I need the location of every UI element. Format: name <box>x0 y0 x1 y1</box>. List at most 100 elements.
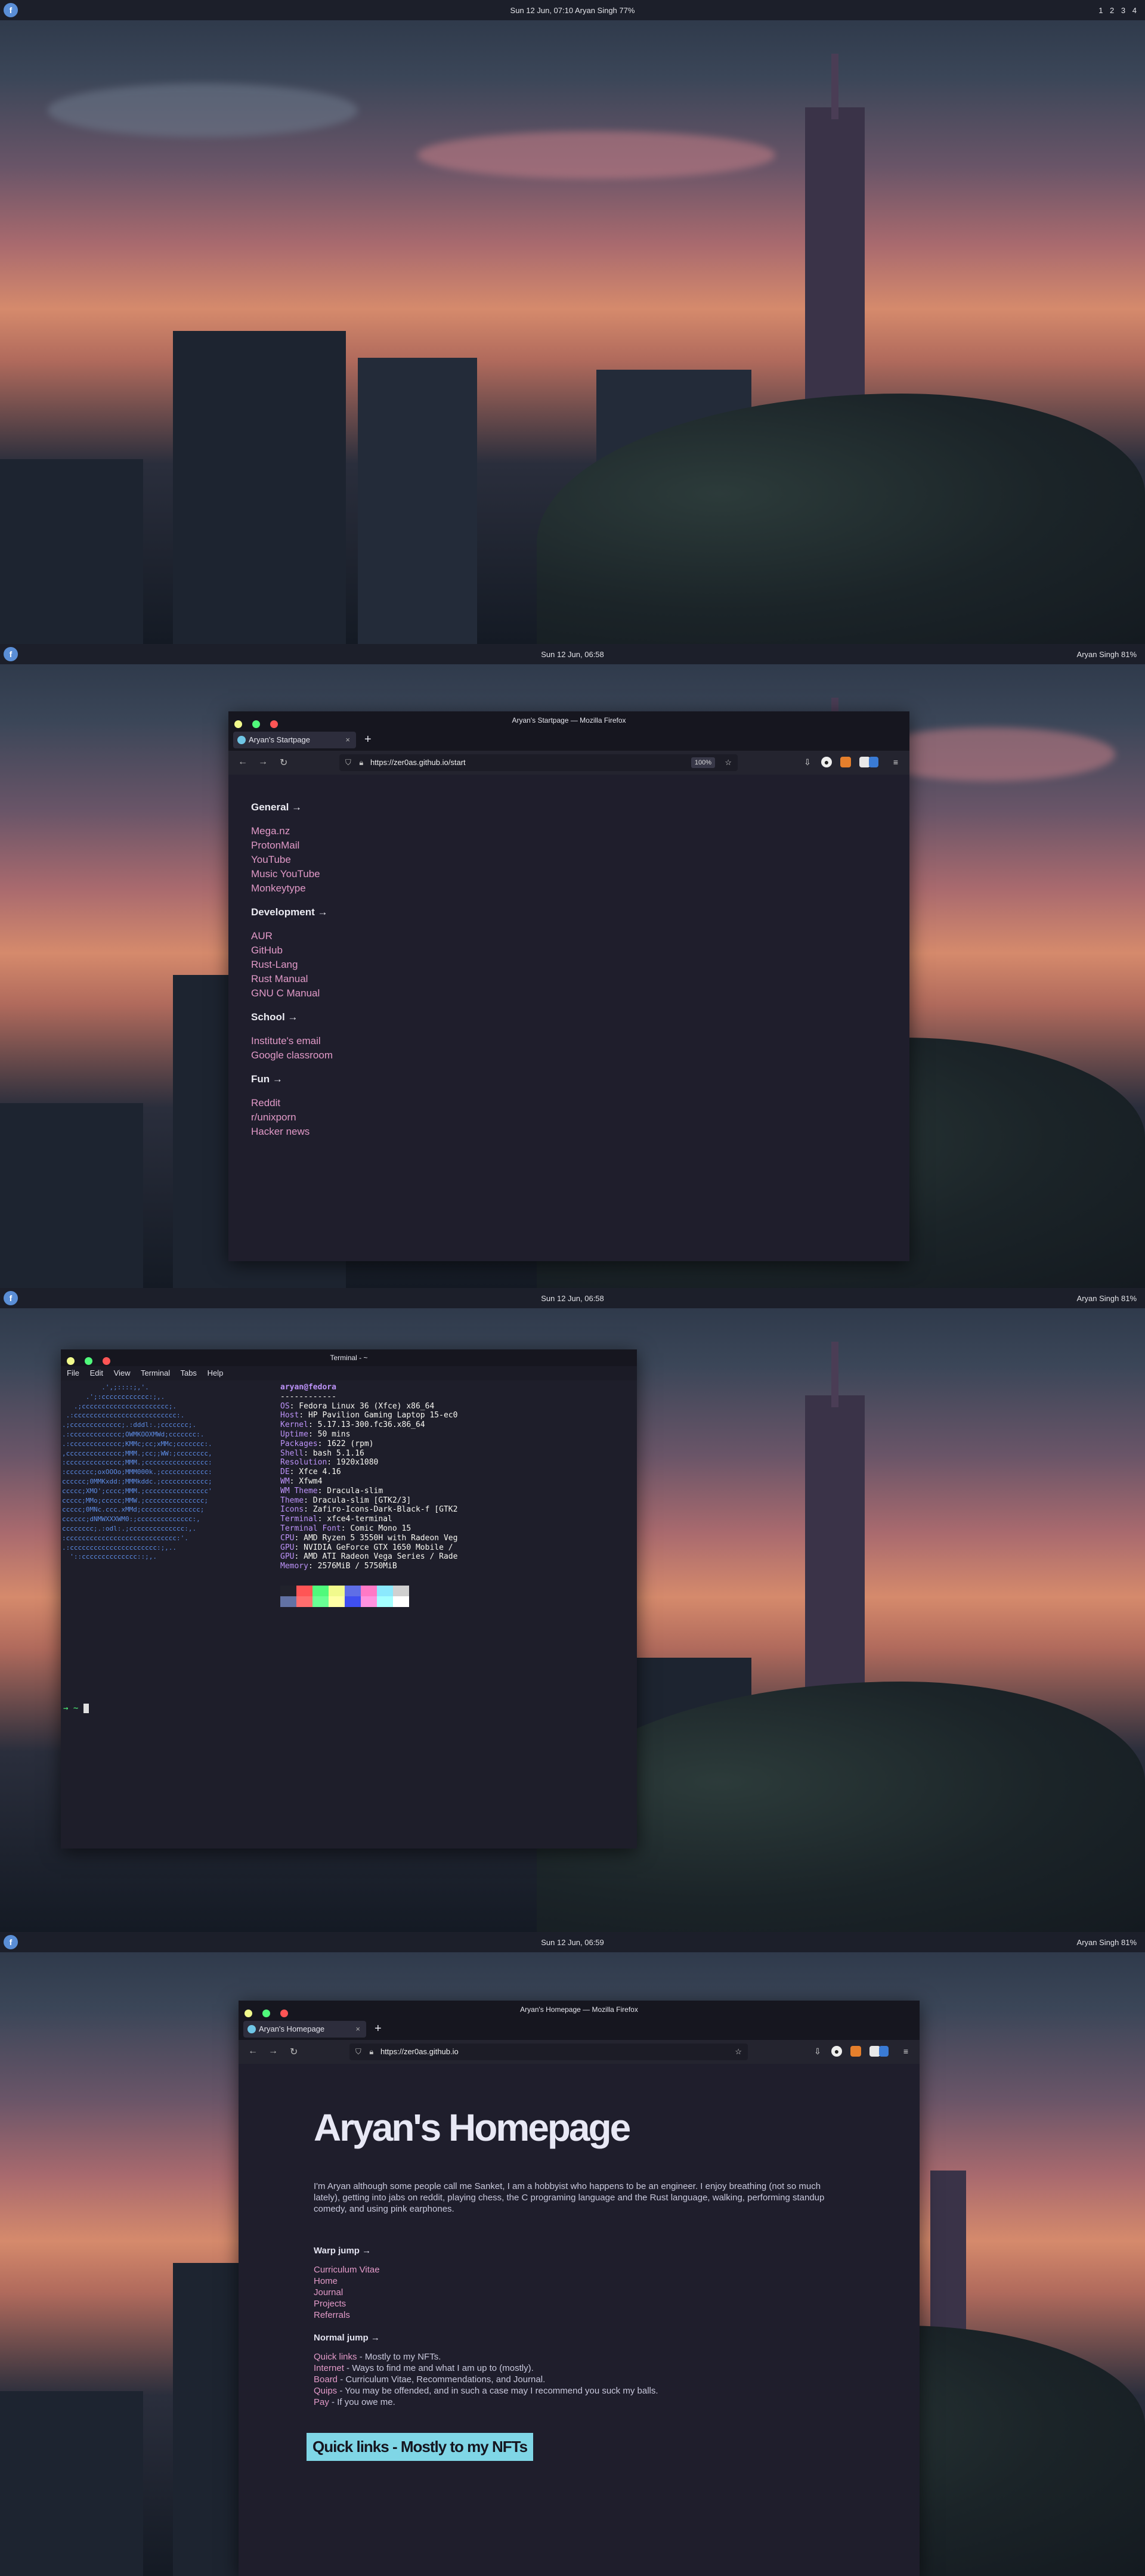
link-item[interactable]: Google classroom <box>251 1048 887 1063</box>
minimize-button[interactable] <box>234 720 242 728</box>
menu-tabs[interactable]: Tabs <box>180 1368 196 1377</box>
tab-homepage[interactable]: Aryan's Homepage × <box>243 2021 366 2038</box>
warp-link[interactable]: Curriculum Vitae <box>314 2264 844 2275</box>
quick-links-heading: Quick links - Mostly to my NFTs <box>307 2433 534 2461</box>
back-icon[interactable]: ← <box>238 757 247 767</box>
downloads-icon[interactable]: ⇩ <box>802 757 813 767</box>
menu-icon[interactable]: ≡ <box>890 757 901 767</box>
navigation-toolbar: ← → ↻ ⛉ 🔒︎ https://zer0as.github.io ☆ ⇩ … <box>239 2040 920 2064</box>
menu-view[interactable]: View <box>114 1368 131 1377</box>
forward-icon[interactable]: → <box>268 2046 278 2057</box>
url-bar[interactable]: ⛉ 🔒︎ https://zer0as.github.io ☆ <box>349 2044 748 2060</box>
downloads-icon[interactable]: ⇩ <box>812 2046 823 2057</box>
account-icon[interactable]: ● <box>821 757 832 767</box>
lock-icon: 🔒︎ <box>369 2047 374 2056</box>
link-item[interactable]: ProtonMail <box>251 838 887 853</box>
info-value: : 5.17.13-300.fc36.x86_64 <box>308 1420 425 1430</box>
normal-link[interactable]: Quick links <box>314 2352 357 2362</box>
warp-link[interactable]: Projects <box>314 2298 844 2309</box>
reload-icon[interactable]: ↻ <box>290 2046 298 2058</box>
maximize-button[interactable] <box>85 1357 92 1365</box>
bookmark-star-icon[interactable]: ☆ <box>735 2044 742 2060</box>
link-item[interactable]: Rust Manual <box>251 972 887 986</box>
close-button[interactable] <box>280 2010 288 2017</box>
normal-link[interactable]: Board <box>314 2374 338 2385</box>
tab-startpage[interactable]: Aryan's Startpage × <box>233 732 356 748</box>
link-item[interactable]: r/unixporn <box>251 1110 887 1125</box>
link-item[interactable]: GNU C Manual <box>251 986 887 1001</box>
normal-link[interactable]: Pay <box>314 2397 329 2407</box>
minimize-button[interactable] <box>245 2010 252 2017</box>
close-button[interactable] <box>270 720 278 728</box>
menu-help[interactable]: Help <box>208 1368 224 1377</box>
info-value: : Fedora Linux 36 (Xfce) x86_64 <box>289 1401 435 1411</box>
link-item[interactable]: Mega.nz <box>251 824 887 838</box>
desktop-screen-1: f Sun 12 Jun, 07:10 Aryan Singh 77% 1 2 … <box>0 0 1145 644</box>
workspace-2[interactable]: 2 <box>1110 6 1114 15</box>
workspace-switcher[interactable]: 1 2 3 4 <box>1094 6 1137 15</box>
normal-desc: - Curriculum Vitae, Recommendations, and… <box>338 2374 546 2385</box>
prompt-text: → ~ <box>63 1704 83 1713</box>
back-icon[interactable]: ← <box>248 2046 258 2057</box>
info-value: : AMD Ryzen 5 3550H with Radeon Veg <box>294 1533 458 1543</box>
new-tab-button[interactable]: + <box>364 733 372 747</box>
normal-desc: - Mostly to my NFTs. <box>357 2352 441 2362</box>
menu-icon[interactable]: ≡ <box>900 2046 911 2057</box>
link-item[interactable]: Rust-Lang <box>251 958 887 972</box>
info-value: : Dracula-slim <box>317 1486 383 1496</box>
normal-link[interactable]: Internet <box>314 2363 344 2373</box>
menu-file[interactable]: File <box>67 1368 79 1377</box>
link-item[interactable]: Monkeytype <box>251 881 887 896</box>
extension-icon[interactable] <box>840 757 851 767</box>
workspace-3[interactable]: 3 <box>1121 6 1125 15</box>
extension-icon[interactable] <box>879 2046 889 2057</box>
intro-paragraph: I'm Aryan although some people call me S… <box>314 2181 825 2214</box>
account-icon[interactable]: ● <box>831 2046 842 2057</box>
link-item[interactable]: AUR <box>251 929 887 943</box>
close-tab-icon[interactable]: × <box>355 2021 360 2038</box>
info-key: GPU <box>280 1543 295 1552</box>
maximize-button[interactable] <box>252 720 260 728</box>
terminal-menubar: File Edit View Terminal Tabs Help <box>67 1368 231 1377</box>
close-tab-icon[interactable]: × <box>345 732 350 748</box>
warp-link[interactable]: Home <box>314 2275 844 2287</box>
bookmark-star-icon[interactable]: ☆ <box>725 754 732 771</box>
desktop-screen-3: f Sun 12 Jun, 06:58 Aryan Singh 81% Term… <box>0 1288 1145 1932</box>
url-bar[interactable]: ⛉ 🔒︎ https://zer0as.github.io/start 100%… <box>339 754 738 771</box>
new-tab-button[interactable]: + <box>375 2022 382 2036</box>
warp-link[interactable]: Journal <box>314 2287 844 2298</box>
normal-link[interactable]: Quips <box>314 2386 337 2396</box>
normal-desc: - You may be offended, and in such a cas… <box>337 2386 658 2396</box>
minimize-button[interactable] <box>67 1357 75 1365</box>
link-item[interactable]: Music YouTube <box>251 867 887 881</box>
extension-icon[interactable] <box>869 757 878 767</box>
workspace-4[interactable]: 4 <box>1132 6 1137 15</box>
link-item[interactable]: Reddit <box>251 1096 887 1110</box>
palette-swatch <box>280 1586 296 1596</box>
info-value: : HP Pavilion Gaming Laptop 15-ec0 <box>299 1411 458 1420</box>
reload-icon[interactable]: ↻ <box>280 757 287 769</box>
link-item[interactable]: Institute's email <box>251 1034 887 1048</box>
close-button[interactable] <box>103 1357 110 1365</box>
link-item[interactable]: Hacker news <box>251 1125 887 1139</box>
navigation-toolbar: ← → ↻ ⛉ 🔒︎ https://zer0as.github.io/star… <box>228 751 909 775</box>
zoom-indicator[interactable]: 100% <box>691 757 715 768</box>
tab-strip: Aryan's Homepage × + <box>239 2018 920 2040</box>
terminal-body[interactable]: .',;::::;,'. .';:cccccccccccc:;,. .;cccc… <box>61 1380 637 1849</box>
info-value: : 1920x1080 <box>327 1458 379 1467</box>
menu-terminal[interactable]: Terminal <box>141 1368 170 1377</box>
menu-edit[interactable]: Edit <box>90 1368 103 1377</box>
info-key: WM Theme <box>280 1486 318 1496</box>
warp-link[interactable]: Referrals <box>314 2309 844 2321</box>
normal-jump-title: Normal jump → <box>314 2333 380 2343</box>
info-key: Shell <box>280 1448 304 1458</box>
forward-icon[interactable]: → <box>258 757 268 767</box>
normal-jump-item: Quick links - Mostly to my NFTs. <box>314 2351 844 2363</box>
workspace-1[interactable]: 1 <box>1098 6 1103 15</box>
extension-icon[interactable] <box>850 2046 861 2057</box>
link-item[interactable]: GitHub <box>251 943 887 958</box>
link-item[interactable]: YouTube <box>251 853 887 867</box>
info-key: Terminal <box>280 1515 318 1524</box>
maximize-button[interactable] <box>262 2010 270 2017</box>
cloud <box>48 83 358 137</box>
